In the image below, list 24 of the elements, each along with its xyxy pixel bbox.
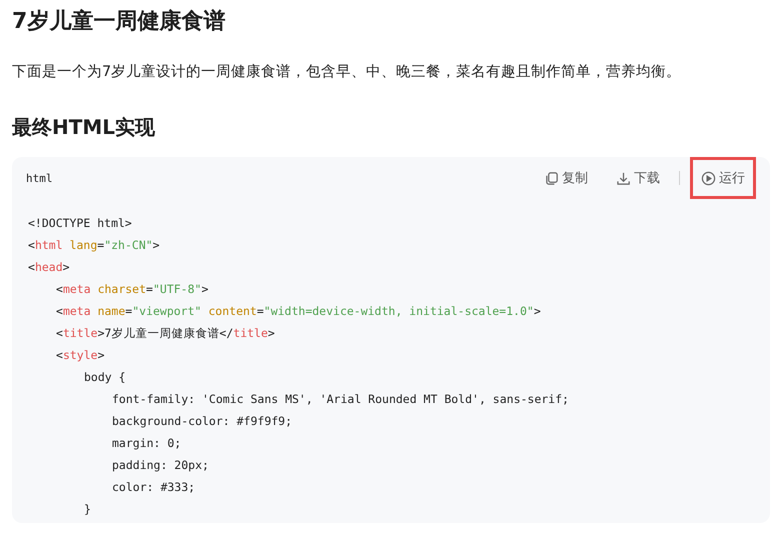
play-icon: [701, 170, 716, 186]
section-heading: 最终HTML实现: [12, 114, 156, 141]
code-line: margin: 0;: [111, 435, 182, 452]
code-line: <style>: [55, 347, 106, 364]
copy-button[interactable]: 复制: [535, 162, 597, 194]
intro-text: 下面是一个为7岁儿童设计的一周健康食谱，包含早、中、晚三餐，菜名有趣且制作简单，营养均衡。: [12, 62, 682, 82]
code-line: <head>: [28, 259, 71, 276]
code-line: <meta name="viewport" content="width=device-width, initial-scale=1.0">: [55, 303, 542, 320]
copy-icon: [544, 170, 559, 186]
code-line: color: #333;: [111, 479, 196, 496]
code-line: background-color: #f9f9f9;: [111, 413, 294, 430]
language-label: html: [26, 172, 52, 184]
code-line: body {: [83, 369, 127, 386]
code-line: <title>7岁儿童一周健康食谱</title>: [55, 325, 276, 342]
code-line: padding: 20px;: [111, 457, 210, 474]
download-icon: [616, 170, 631, 186]
download-button[interactable]: 下载: [607, 162, 669, 194]
code-line: }: [83, 501, 92, 518]
code-line: <!DOCTYPE html>: [28, 215, 133, 232]
run-button[interactable]: 运行: [690, 157, 756, 199]
code-line: <html lang="zh-CN">: [28, 237, 161, 254]
page-title: 7岁儿童一周健康食谱: [12, 8, 226, 36]
code-line: <meta charset="UTF-8">: [55, 281, 210, 298]
code-line: font-family: 'Comic Sans MS', 'Arial Rounded MT Bold', sans-serif;: [111, 391, 570, 408]
